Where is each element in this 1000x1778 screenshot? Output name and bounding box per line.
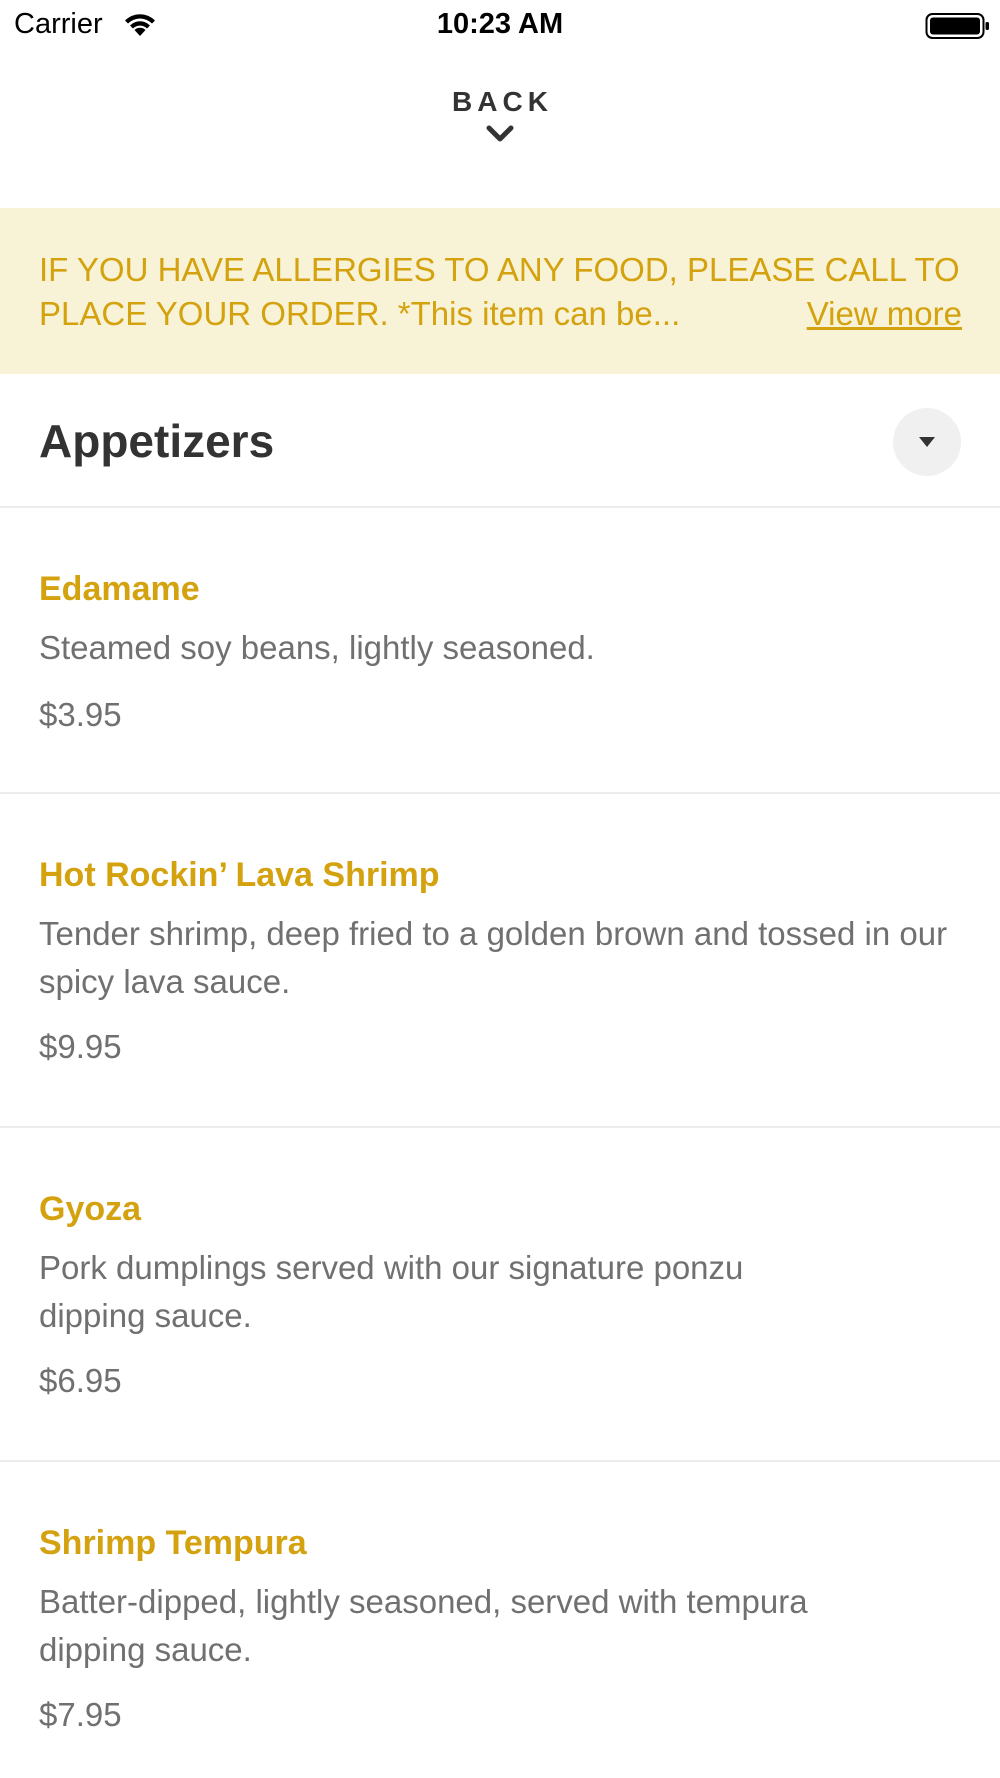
menu-item[interactable]: Shrimp Tempura Batter-dipped, lightly se… <box>0 1462 1000 1778</box>
back-label: BACK <box>452 86 553 117</box>
item-description: Steamed soy beans, lightly seasoned. <box>39 629 595 666</box>
item-name: Hot Rockin’ Lava Shrimp <box>39 856 440 894</box>
view-more-link[interactable]: View more <box>807 292 962 336</box>
item-price: $7.95 <box>39 1696 122 1733</box>
item-price: $3.95 <box>39 696 122 733</box>
menu-item[interactable]: Hot Rockin’ Lava Shrimp Tender shrimp, d… <box>0 794 1000 1128</box>
item-description: Batter-dipped, lightly seasoned, served … <box>39 1583 808 1668</box>
item-name: Gyoza <box>39 1190 142 1228</box>
category-header: Appetizers <box>0 374 1000 508</box>
item-description: Tender shrimp, deep fried to a golden br… <box>39 915 948 1000</box>
menu-item[interactable]: Gyoza Pork dumplings served with our sig… <box>0 1128 1000 1462</box>
item-description: Pork dumplings served with our signature… <box>39 1249 744 1334</box>
back-button[interactable]: BACK <box>0 86 1000 176</box>
item-name: Shrimp Tempura <box>39 1524 307 1562</box>
status-bar: Carrier 10:23 AM <box>0 0 1000 52</box>
item-name: Edamame <box>39 570 200 608</box>
item-price: $9.95 <box>39 1028 122 1065</box>
category-dropdown-button[interactable] <box>893 408 961 476</box>
category-title: Appetizers <box>39 415 275 467</box>
item-price: $6.95 <box>39 1362 122 1399</box>
menu-item[interactable]: Edamame Steamed soy beans, lightly seaso… <box>0 508 1000 794</box>
status-time: 10:23 AM <box>436 8 564 40</box>
battery-icon <box>925 13 989 39</box>
caret-down-icon <box>919 437 935 447</box>
chevron-down-icon <box>486 125 514 142</box>
allergy-banner: IF YOU HAVE ALLERGIES TO ANY FOOD, PLEAS… <box>0 208 1000 374</box>
menu-screen: Carrier 10:23 AM BACK IF YOU HAVE ALLERG… <box>0 0 1000 1778</box>
